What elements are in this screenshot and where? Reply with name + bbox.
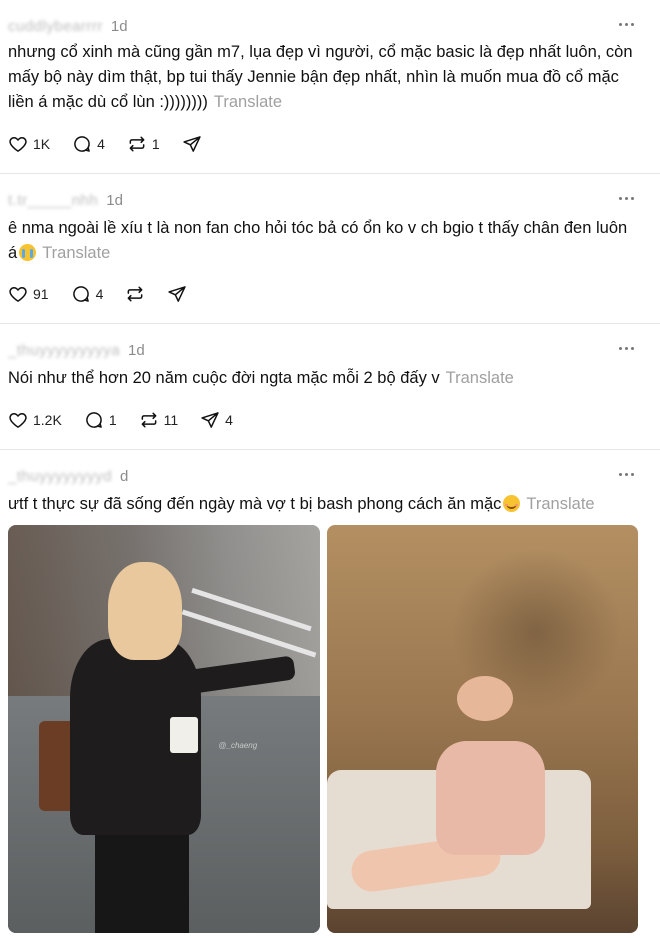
like-count: 1K (33, 136, 51, 152)
like-button[interactable]: 91 (8, 284, 49, 304)
translate-link[interactable]: Translate (214, 93, 282, 111)
post-header: t.tr_____nhh 1d (8, 188, 123, 212)
translate-link[interactable]: Translate (446, 369, 514, 387)
post-text-block: ê nma ngoài lề xíu t là non fan cho hỏi … (8, 216, 640, 266)
like-button[interactable]: 1K (8, 134, 50, 154)
repost-count: 11 (163, 412, 179, 428)
send-icon (168, 286, 187, 302)
post-image-street[interactable]: @_chaeng (8, 525, 320, 933)
image-watermark: @_chaeng (218, 741, 258, 751)
more-options-icon[interactable] (616, 14, 636, 34)
post-images: @_chaeng (8, 525, 638, 933)
more-options-icon[interactable] (616, 338, 636, 358)
smiling-face-icon (503, 495, 521, 512)
post-header: _thuyyyyyyyyd d (8, 464, 128, 488)
share-button[interactable] (167, 284, 187, 304)
post-actions: 1K 4 1 (8, 132, 224, 156)
more-options-icon[interactable] (616, 464, 636, 484)
post-time: 1d (110, 17, 128, 35)
post-actions: 91 4 (8, 282, 209, 306)
post-text-block: ưtf t thực sự đã sống đến ngày mà vợ t b… (8, 492, 640, 517)
share-button[interactable] (182, 134, 202, 154)
post: _thuyyyyyyyyya 1d Nói như thể hơn 20 năm… (0, 324, 660, 450)
crying-face-icon (19, 244, 37, 261)
reply-count: 1 (108, 412, 117, 428)
repost-button[interactable]: 1 (127, 134, 160, 154)
username[interactable]: _thuyyyyyyyyya (8, 342, 120, 359)
post: _thuyyyyyyyyd d ưtf t thực sự đã sống đế… (0, 450, 660, 938)
post-actions: 1.2K 1 11 4 (8, 408, 255, 432)
post-time: d (120, 467, 129, 485)
translate-link[interactable]: Translate (42, 244, 110, 262)
person-hair (107, 561, 183, 660)
username[interactable]: t.tr_____nhh (8, 192, 98, 209)
heart-icon (9, 137, 27, 152)
repost-icon (141, 412, 157, 428)
reply-count: 4 (95, 286, 104, 302)
post-text: Nói như thể hơn 20 năm cuộc đời ngta mặc… (8, 369, 440, 387)
coffee-cup (169, 716, 198, 754)
username[interactable]: cuddlybearrrr (8, 18, 103, 35)
post-time: 1d (106, 191, 123, 209)
repost-button[interactable] (125, 284, 145, 304)
like-button[interactable]: 1.2K (8, 410, 62, 430)
like-count: 91 (33, 286, 49, 302)
like-count: 1.2K (33, 412, 62, 428)
repost-icon (129, 136, 145, 152)
repost-button[interactable]: 11 (139, 410, 179, 430)
reply-button[interactable]: 4 (72, 134, 105, 154)
post: cuddlybearrrr 1d nhưng cổ xinh mà cũng g… (0, 0, 660, 174)
share-count: 4 (225, 412, 233, 428)
person-dress (435, 741, 545, 856)
send-icon (183, 136, 201, 152)
username[interactable]: _thuyyyyyyyyd (8, 468, 112, 485)
heart-icon (9, 413, 27, 428)
comment-icon (72, 286, 89, 302)
post-text: ưtf t thực sự đã sống đến ngày mà vợ t b… (8, 495, 502, 513)
person-hair (457, 675, 514, 721)
repost-icon (127, 286, 143, 302)
comment-icon (74, 136, 90, 152)
reply-button[interactable]: 1 (84, 410, 117, 430)
post-text: nhưng cổ xinh mà cũng gần m7, lụa đẹp vì… (8, 43, 633, 111)
post-time: 1d (128, 341, 145, 359)
send-icon (201, 412, 219, 428)
post-header: cuddlybearrrr 1d (8, 14, 128, 38)
heart-icon (9, 287, 27, 302)
reply-button[interactable]: 4 (71, 284, 104, 304)
post-text-block: Nói như thể hơn 20 năm cuộc đời ngta mặc… (8, 366, 640, 391)
post-header: _thuyyyyyyyyya 1d (8, 338, 145, 362)
post-image-room[interactable] (326, 525, 638, 933)
post-text-block: nhưng cổ xinh mà cũng gần m7, lụa đẹp vì… (8, 40, 640, 115)
share-button[interactable]: 4 (200, 410, 233, 430)
person-legs (95, 818, 189, 933)
repost-count: 1 (151, 136, 160, 152)
translate-link[interactable]: Translate (526, 495, 594, 513)
comment-icon (86, 412, 102, 428)
post: t.tr_____nhh 1d ê nma ngoài lề xíu t là … (0, 174, 660, 324)
reply-count: 4 (97, 136, 105, 152)
more-options-icon[interactable] (616, 188, 636, 208)
